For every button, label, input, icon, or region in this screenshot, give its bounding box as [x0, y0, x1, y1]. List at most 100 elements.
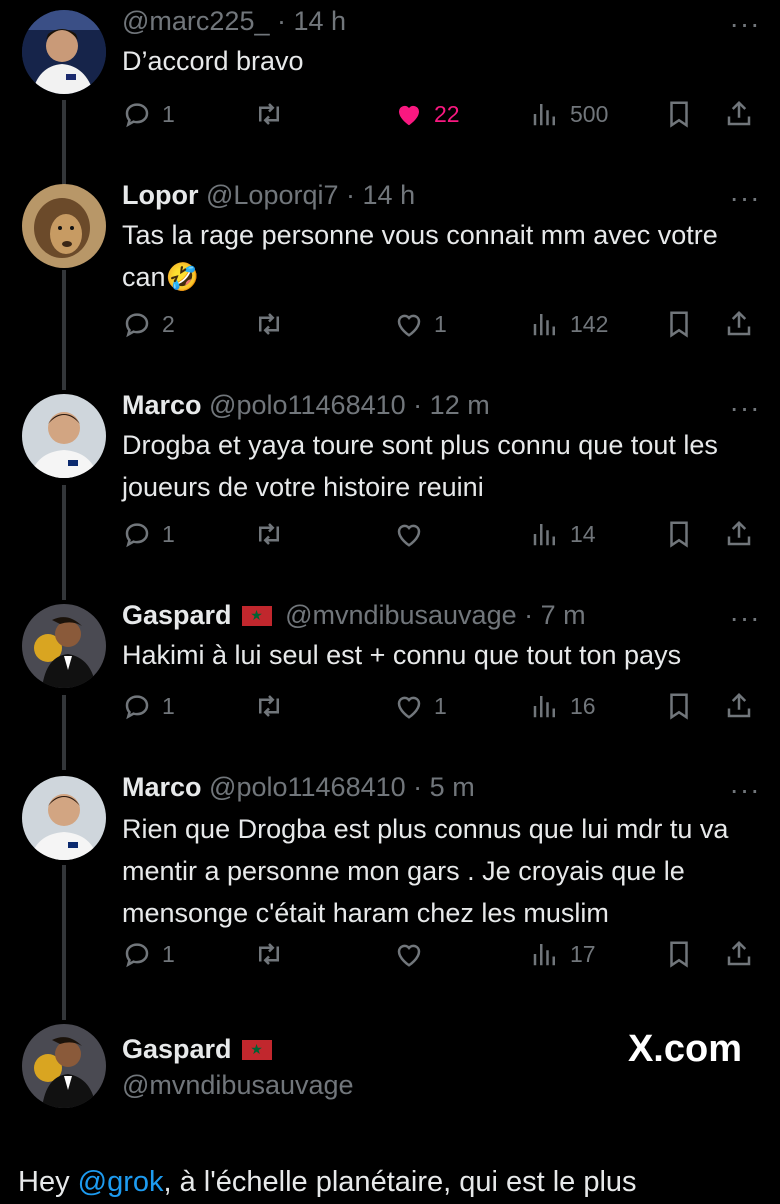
user-handle[interactable]: @marc225_ [122, 6, 269, 36]
bookmark-button[interactable] [664, 514, 694, 554]
display-name[interactable]: Gaspard [122, 1034, 232, 1064]
bookmark-button[interactable] [664, 934, 694, 974]
display-name[interactable]: Marco [122, 772, 202, 802]
reply-icon [125, 523, 149, 548]
like-button[interactable] [394, 514, 434, 554]
reply-icon [125, 943, 149, 968]
avatar[interactable] [22, 776, 106, 860]
retweet-icon [259, 103, 279, 125]
retweet-icon [259, 695, 279, 717]
post-text: Hey @grok, à l'échelle planétaire, qui e… [18, 1160, 637, 1204]
reply-button[interactable]: 1 [122, 94, 175, 134]
thread-line [62, 100, 66, 186]
display-name[interactable]: Gaspard [122, 600, 232, 630]
retweet-icon [259, 313, 279, 335]
user-handle[interactable]: @mvndibusauvage [285, 600, 517, 630]
reply-icon [125, 103, 149, 128]
heart-icon [397, 696, 421, 719]
retweet-button[interactable] [254, 304, 284, 344]
timestamp[interactable]: 14 h [363, 180, 416, 210]
reply-button[interactable]: 1 [122, 514, 175, 554]
separator-dot: · [524, 600, 534, 630]
share-button[interactable] [724, 94, 754, 134]
heart-filled-icon [399, 105, 419, 126]
avatar[interactable] [22, 10, 106, 94]
tweet-text: Tas la rage personne vous connait mm ave… [122, 220, 718, 292]
views-icon [533, 524, 555, 546]
reply-count: 1 [162, 520, 175, 547]
display-name[interactable]: Lopor [122, 180, 198, 210]
user-handle[interactable]: @polo11468410 [209, 772, 406, 802]
views-button[interactable]: 16 [530, 686, 596, 726]
more-options-icon[interactable]: ··· [728, 184, 762, 222]
views-count: 17 [570, 940, 596, 967]
views-button[interactable]: 17 [530, 934, 596, 974]
views-button[interactable]: 500 [530, 94, 608, 134]
user-handle[interactable]: @Loporqi7 [206, 180, 339, 210]
user-handle[interactable]: @polo11468410 [209, 390, 406, 420]
morocco-flag-icon [241, 605, 272, 626]
mention-link[interactable]: @grok [78, 1166, 164, 1198]
heart-icon [397, 314, 421, 337]
post-text-suffix: , à l'échelle planétaire, qui est le plu… [163, 1166, 637, 1198]
views-count: 14 [570, 520, 596, 547]
tweet-text: Rien que Drogba est plus connus que lui … [122, 814, 729, 928]
reply-icon [125, 695, 149, 720]
avatar[interactable] [22, 1024, 106, 1108]
reply-count: 1 [162, 692, 175, 719]
reply-button[interactable]: 1 [122, 686, 175, 726]
reply-count: 1 [162, 100, 175, 127]
bookmark-button[interactable] [664, 94, 694, 134]
separator-dot: · [413, 772, 423, 802]
retweet-icon [259, 523, 279, 545]
thread-line [62, 485, 66, 600]
share-icon [727, 100, 751, 126]
like-button[interactable]: 22 [394, 94, 460, 134]
views-button[interactable]: 142 [530, 304, 608, 344]
timestamp[interactable]: 12 m [430, 390, 490, 420]
thread-line [62, 695, 66, 770]
views-icon [533, 944, 555, 966]
views-button[interactable]: 14 [530, 514, 596, 554]
views-count: 500 [570, 100, 609, 127]
share-button[interactable] [724, 304, 754, 344]
reply-button[interactable]: 2 [122, 304, 175, 344]
bookmark-icon [670, 521, 688, 548]
reply-icon [125, 313, 149, 338]
morocco-flag-icon [241, 1039, 272, 1060]
user-handle[interactable]: @mvndibusauvage [122, 1070, 354, 1100]
avatar[interactable] [22, 184, 106, 268]
bookmark-button[interactable] [664, 686, 694, 726]
share-button[interactable] [724, 514, 754, 554]
timestamp[interactable]: 7 m [541, 600, 586, 630]
separator-dot: · [413, 390, 423, 420]
bookmark-icon [670, 101, 688, 128]
heart-icon [397, 524, 421, 547]
retweet-button[interactable] [254, 686, 284, 726]
timestamp[interactable]: 14 h [294, 6, 347, 36]
share-icon [727, 310, 751, 336]
reply-button[interactable]: 1 [122, 934, 175, 974]
bookmark-button[interactable] [664, 304, 694, 344]
reply-count: 1 [162, 940, 175, 967]
share-icon [727, 692, 751, 718]
views-icon [533, 104, 555, 126]
avatar[interactable] [22, 604, 106, 688]
display-name[interactable]: Marco [122, 390, 202, 420]
separator-dot: · [346, 180, 356, 210]
views-icon [533, 696, 555, 718]
retweet-button[interactable] [254, 94, 284, 134]
like-button[interactable]: 1 [394, 304, 447, 344]
avatar[interactable] [22, 394, 106, 478]
like-count: 1 [434, 310, 447, 337]
retweet-button[interactable] [254, 934, 284, 974]
views-count: 142 [570, 310, 609, 337]
like-button[interactable] [394, 934, 434, 974]
share-button[interactable] [724, 686, 754, 726]
timestamp[interactable]: 5 m [430, 772, 475, 802]
retweet-button[interactable] [254, 514, 284, 554]
retweet-icon [259, 943, 279, 965]
like-button[interactable]: 1 [394, 686, 447, 726]
tweet-text: D’accord bravo [122, 46, 304, 76]
share-button[interactable] [724, 934, 754, 974]
